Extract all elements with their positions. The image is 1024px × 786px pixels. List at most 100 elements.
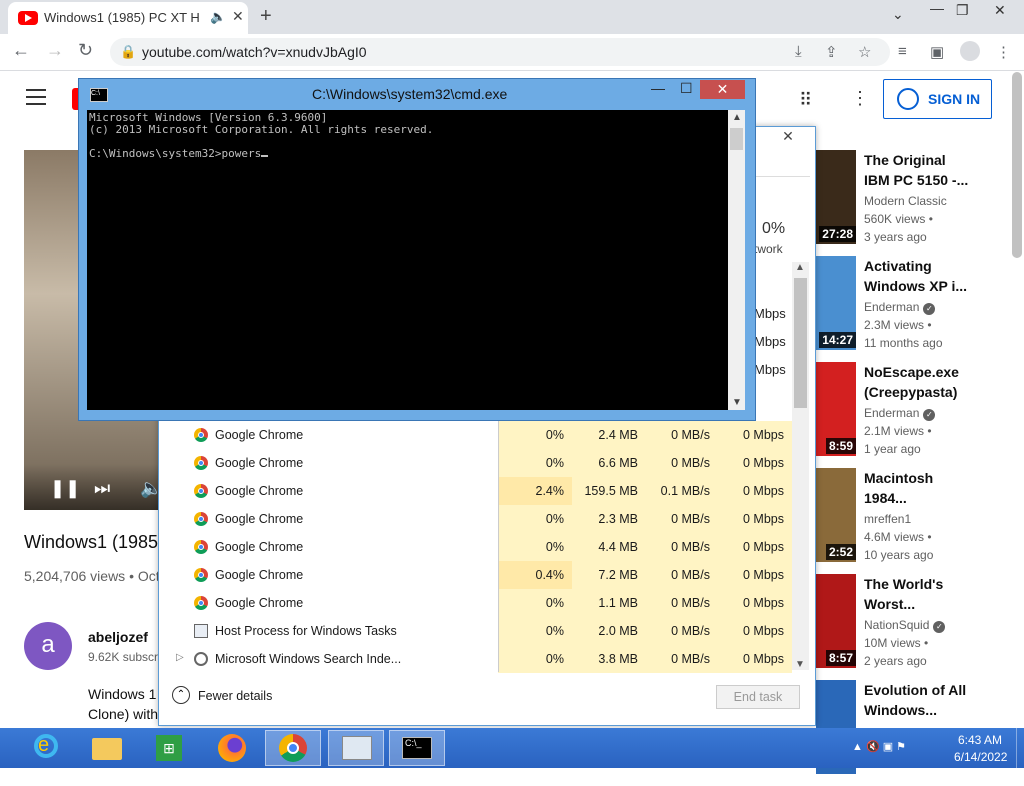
forward-icon[interactable]: → <box>46 40 64 61</box>
scroll-down-icon[interactable]: ▼ <box>732 397 742 408</box>
network-cell: 0 Mbps <box>718 449 792 477</box>
scroll-up-icon[interactable]: ▲ <box>732 112 742 123</box>
process-row[interactable]: Google Chrome 2.4% 159.5 MB 0.1 MB/s 0 Mbps <box>164 477 792 505</box>
end-task-button[interactable]: End task <box>716 685 800 709</box>
speaker-icon[interactable]: 🔈 <box>210 9 226 25</box>
recommended-video[interactable]: 8:57 The World's Worst... NationSquid ✓ 10M v… <box>816 574 1024 680</box>
process-row[interactable]: Google Chrome 0% 4.4 MB 0 MB/s 0 Mbps <box>164 533 792 561</box>
process-row[interactable]: Google Chrome 0% 6.6 MB 0 MB/s 0 Mbps <box>164 449 792 477</box>
recommended-channel[interactable]: Modern Classic <box>864 194 947 208</box>
video-thumbnail[interactable]: 8:57 <box>816 574 856 668</box>
recommended-video-title[interactable]: NoEscape.exe (Creepypasta) <box>864 362 974 402</box>
expand-arrow-icon[interactable]: ▷ <box>176 652 184 663</box>
chrome-icon <box>194 428 208 442</box>
settings-dots-icon[interactable]: ⋮ <box>851 88 869 109</box>
scroll-down-icon[interactable]: ▼ <box>795 659 805 670</box>
browser-tab[interactable]: Windows1 (1985) PC XT Her 🔈 ✕ <box>8 2 248 34</box>
chrome-icon <box>279 734 307 762</box>
recommended-channel[interactable]: mreffen1 <box>864 512 911 526</box>
recommended-video[interactable]: 27:28 The Original IBM PC 5150 -... Modern … <box>816 150 1024 256</box>
new-tab-button[interactable]: + <box>260 5 272 28</box>
recommended-channel[interactable]: Enderman ✓ <box>864 300 936 315</box>
bookmark-star-icon[interactable]: ☆ <box>858 43 871 61</box>
pause-icon[interactable]: ❚❚ <box>50 478 80 499</box>
chrome-icon <box>194 596 208 610</box>
cmd-maximize-button[interactable]: ☐ <box>680 80 693 97</box>
sign-in-button[interactable]: SIGN IN <box>883 79 992 119</box>
scroll-thumb[interactable] <box>730 128 743 150</box>
chrome-menu-icon[interactable]: ⋮ <box>996 43 1011 61</box>
fewer-details-link[interactable]: Fewer details <box>198 689 272 703</box>
process-row[interactable]: Host Process for Windows Tasks 0% 2.0 MB 0 … <box>164 617 792 645</box>
system-tray-icons[interactable]: ▲ 🔇 ▣ ⚑ <box>852 740 906 753</box>
clock-date[interactable]: 6/14/2022 <box>954 750 1007 764</box>
process-list-scrollbar[interactable]: ▲ ▼ <box>792 262 809 670</box>
video-thumbnail[interactable]: 14:27 <box>816 256 856 350</box>
process-name: Google Chrome <box>215 428 304 442</box>
close-window-button[interactable]: ✕ <box>994 2 1006 19</box>
memory-cell: 2.0 MB <box>572 617 646 645</box>
apps-grid-icon[interactable]: ⠿ <box>799 90 812 111</box>
description-line: Clone) with <box>88 706 159 722</box>
next-icon[interactable]: ⏭ <box>94 478 110 499</box>
recommended-video-title[interactable]: Macintosh 1984... <box>864 468 974 508</box>
network-column-header[interactable]: twork <box>754 242 783 256</box>
console-input[interactable]: C:\Windows\system32>powers <box>89 147 261 160</box>
media-queue-icon[interactable]: ≡ <box>898 43 907 60</box>
video-duration: 14:27 <box>819 332 856 348</box>
scroll-up-icon[interactable]: ▲ <box>795 262 805 273</box>
recommended-video-title[interactable]: Evolution of All Windows... <box>864 680 974 720</box>
console-prompt-line[interactable]: C:\Windows\system32>powers <box>89 147 269 161</box>
restore-button[interactable]: ❐ <box>956 2 969 19</box>
show-desktop-button[interactable] <box>1016 728 1024 768</box>
page-scrollbar[interactable] <box>1012 72 1022 258</box>
cmd-minimize-button[interactable]: — <box>651 80 665 96</box>
scroll-thumb[interactable] <box>794 278 807 408</box>
verified-check-icon: ✓ <box>933 621 946 633</box>
network-header-percent[interactable]: 0% <box>762 220 785 238</box>
install-icon[interactable]: ⤓ <box>795 43 802 60</box>
cmd-title: C:\Windows\system32\cmd.exe <box>312 86 508 102</box>
recommended-video[interactable]: 2:52 Macintosh 1984... mreffen1 4.6M views •… <box>816 468 1024 574</box>
share-icon[interactable]: ⇪ <box>825 43 838 61</box>
hamburger-menu-icon[interactable] <box>26 89 46 110</box>
title-line: Windows... <box>864 702 937 718</box>
process-row[interactable]: Google Chrome 0.4% 7.2 MB 0 MB/s 0 Mbps <box>164 561 792 589</box>
console-output[interactable]: Microsoft Windows [Version 6.3.9600] (c)… <box>87 110 728 410</box>
cmd-icon[interactable]: C:\ <box>90 88 108 102</box>
lock-icon[interactable]: 🔒 <box>120 44 136 60</box>
address-bar[interactable]: 🔒 youtube.com/watch?v=xnudvJbAgI0 <box>110 38 890 66</box>
minimize-button[interactable]: — <box>930 0 944 16</box>
cmd-close-button[interactable]: ✕ <box>700 80 745 99</box>
url-text[interactable]: youtube.com/watch?v=xnudvJbAgI0 <box>142 44 367 60</box>
tab-search-icon[interactable]: ⌄ <box>892 6 904 23</box>
back-icon[interactable]: ← <box>12 40 30 61</box>
window-icon <box>194 624 208 638</box>
collapse-chevron-icon[interactable]: ⌃ <box>172 686 190 704</box>
recommended-video[interactable]: 8:59 NoEscape.exe (Creepypasta) Enderman ✓ 2.… <box>816 362 1024 468</box>
task-manager-close-button[interactable]: ✕ <box>766 128 810 150</box>
clock-time[interactable]: 6:43 AM <box>958 733 1002 747</box>
channel-name[interactable]: abeljozef <box>88 629 148 645</box>
video-thumbnail[interactable]: 8:59 <box>816 362 856 456</box>
title-line: IBM PC 5150 -... <box>864 172 969 188</box>
reload-icon[interactable]: ↻ <box>78 40 93 61</box>
recommended-video-title[interactable]: The Original IBM PC 5150 -... <box>864 150 974 190</box>
tab-close-button[interactable]: ✕ <box>232 8 244 25</box>
process-row[interactable]: Google Chrome 0% 2.4 MB 0 MB/s 0 Mbps <box>164 421 792 449</box>
side-panel-icon[interactable]: ▣ <box>930 43 944 61</box>
recommended-age: 10 years ago <box>864 548 934 562</box>
recommended-channel[interactable]: NationSquid ✓ <box>864 618 946 633</box>
recommended-video-title[interactable]: Activating Windows XP i... <box>864 256 974 296</box>
video-thumbnail[interactable]: 27:28 <box>816 150 856 244</box>
recommended-video-title[interactable]: The World's Worst... <box>864 574 974 614</box>
recommended-channel[interactable]: Enderman ✓ <box>864 406 936 421</box>
process-row[interactable]: Google Chrome 0% 1.1 MB 0 MB/s 0 Mbps <box>164 589 792 617</box>
recommended-video[interactable]: 14:27 Activating Windows XP i... Enderman ✓ 2… <box>816 256 1024 362</box>
channel-avatar[interactable]: a <box>24 622 72 670</box>
profile-avatar-icon[interactable] <box>960 41 980 61</box>
cmd-scrollbar[interactable]: ▲ ▼ <box>728 110 745 410</box>
video-thumbnail[interactable]: 2:52 <box>816 468 856 562</box>
process-row[interactable]: Google Chrome 0% 2.3 MB 0 MB/s 0 Mbps <box>164 505 792 533</box>
process-row[interactable]: ▷ Microsoft Windows Search Inde... 0% 3.8 M… <box>164 645 792 673</box>
